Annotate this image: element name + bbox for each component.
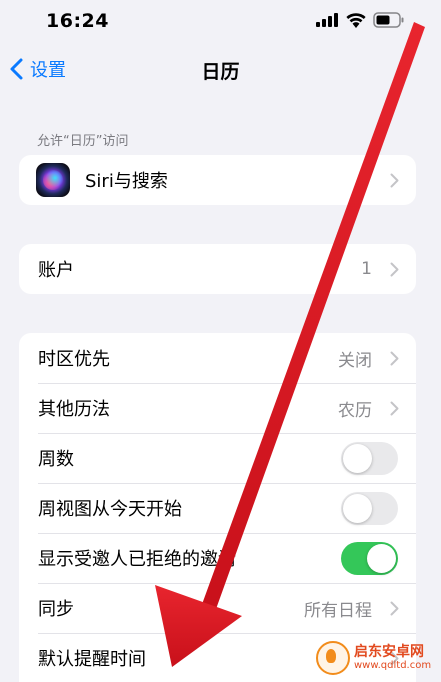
watermark-logo-icon <box>316 641 350 675</box>
watermark-url: www.qdltd.com <box>354 660 432 672</box>
chevron-right-icon <box>390 262 399 277</box>
alternate-calendars-label: 其他历法 <box>38 399 110 420</box>
siri-group: Siri与搜索 <box>19 155 416 205</box>
sync-row[interactable]: 同步 所有日程 <box>19 583 416 633</box>
battery-icon <box>373 12 404 28</box>
sync-label: 同步 <box>38 599 74 620</box>
show-declined-invitees-row: 显示受邀人已拒绝的邀请 <box>19 533 416 583</box>
timezone-override-value: 关闭 <box>338 350 372 371</box>
start-week-today-toggle[interactable] <box>341 492 398 525</box>
accounts-row[interactable]: 账户 1 <box>19 244 416 294</box>
toggle-knob <box>343 494 372 523</box>
toggle-knob <box>367 544 396 573</box>
siri-icon <box>36 163 70 197</box>
week-numbers-row: 周数 <box>19 433 416 483</box>
show-declined-invitees-label: 显示受邀人已拒绝的邀请 <box>38 549 236 570</box>
default-alert-times-label: 默认提醒时间 <box>38 649 146 670</box>
chevron-right-icon <box>390 351 399 366</box>
watermark-title: 启东安卓网 <box>354 643 424 660</box>
siri-search-label: Siri与搜索 <box>85 171 168 192</box>
alternate-calendars-row[interactable]: 其他历法 农历 <box>19 383 416 433</box>
show-declined-invitees-toggle[interactable] <box>341 542 398 575</box>
timezone-override-label: 时区优先 <box>38 349 110 370</box>
wifi-icon <box>346 13 366 28</box>
chevron-right-icon <box>390 601 399 616</box>
navigation-bar: 设置 日历 <box>0 48 441 92</box>
site-watermark: 启东安卓网 www.qdltd.com <box>316 639 438 677</box>
calendar-settings-group: 时区优先 关闭 其他历法 农历 周数 周视图从今天开始 显示受邀人已拒绝的邀请 … <box>19 333 416 682</box>
status-bar: 16:24 <box>0 0 441 44</box>
week-numbers-toggle[interactable] <box>341 442 398 475</box>
status-time: 16:24 <box>46 10 109 32</box>
start-week-today-row: 周视图从今天开始 <box>19 483 416 533</box>
page-title: 日历 <box>201 61 240 83</box>
accounts-group: 账户 1 <box>19 244 416 294</box>
start-week-today-label: 周视图从今天开始 <box>38 499 182 520</box>
sync-value: 所有日程 <box>304 600 372 621</box>
week-numbers-label: 周数 <box>38 449 74 470</box>
toggle-knob <box>343 444 372 473</box>
accounts-count: 1 <box>361 259 372 279</box>
section-header-access: 允许“日历”访问 <box>37 134 129 149</box>
chevron-right-icon <box>390 173 399 188</box>
accounts-label: 账户 <box>38 260 74 281</box>
chevron-right-icon <box>390 401 399 416</box>
alternate-calendars-value: 农历 <box>338 400 372 421</box>
siri-search-row[interactable]: Siri与搜索 <box>19 155 416 205</box>
cellular-signal-icon <box>316 13 338 27</box>
timezone-override-row[interactable]: 时区优先 关闭 <box>19 333 416 383</box>
